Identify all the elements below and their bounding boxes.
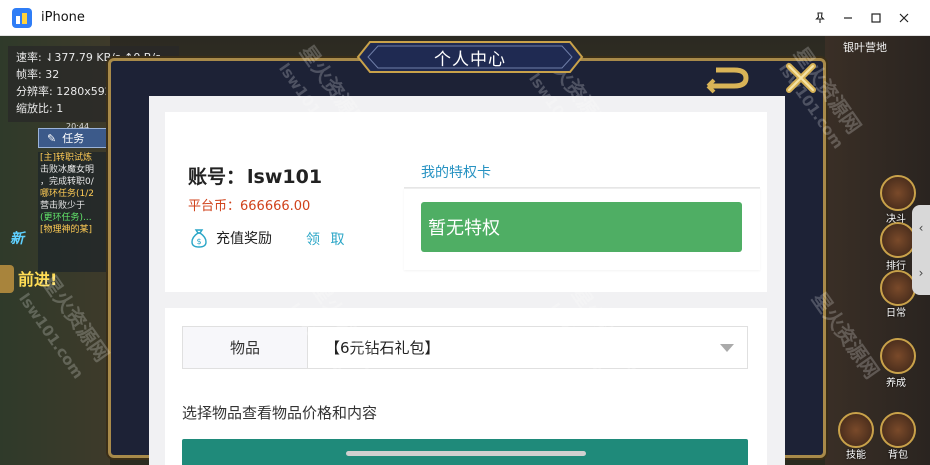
go-prompt: 前进!	[18, 270, 58, 289]
bottom-scrollbar[interactable]	[346, 451, 586, 456]
skill-label: 技能	[846, 450, 866, 461]
personal-center-content: 账号： lsw101 平台币：666666.00 $ 充值奖励 领 取 我的特权卡	[149, 96, 785, 465]
chevron-left-icon: ‹	[918, 220, 924, 235]
ranking-label: 排行	[886, 261, 906, 272]
close-icon[interactable]	[892, 6, 916, 30]
skill-icon[interactable]	[838, 412, 874, 448]
claim-reward-link[interactable]: 领 取	[306, 229, 347, 249]
svg-text:$: $	[196, 237, 201, 246]
task-button[interactable]: ✎ 任务	[38, 128, 110, 148]
duel-label: 决斗	[886, 214, 906, 225]
item-select[interactable]: 物品 【6元钻石礼包】	[182, 326, 748, 369]
quest-title: [主]转职试炼	[40, 153, 93, 163]
platform-coins-label: 平台币：	[188, 199, 241, 214]
map-name: 银叶营地	[843, 41, 887, 54]
recharge-reward: $ 充值奖励	[190, 228, 272, 248]
account-number: 账号： lsw101	[188, 162, 322, 189]
quest-line: 营击败少于	[40, 201, 86, 211]
bag-icon[interactable]	[880, 412, 916, 448]
duel-icon[interactable]	[880, 175, 916, 211]
account-label: 账号：	[188, 166, 246, 188]
quest-line: ，完成转职0/	[40, 177, 94, 187]
quest-icon: ✎	[47, 131, 57, 145]
daily-icon[interactable]	[880, 270, 916, 306]
task-button-label: 任务	[62, 132, 85, 145]
privilege-card-section: 我的特权卡 暂无特权	[404, 112, 760, 270]
item-hint: 选择物品查看物品价格和内容	[182, 404, 378, 422]
chevron-right-icon: ›	[918, 265, 924, 280]
dialog-title: 个人中心	[434, 49, 506, 70]
platform-coins-value: 666666.00	[240, 199, 311, 214]
item-select-value: 【6元钻石礼包】	[325, 339, 440, 357]
collapse-left-handle[interactable]	[0, 265, 14, 293]
back-button[interactable]	[704, 66, 750, 94]
platform-coins: 平台币：666666.00	[188, 195, 310, 214]
maximize-icon[interactable]	[864, 6, 888, 30]
privilege-header: 我的特权卡	[404, 152, 760, 188]
quest-tracker[interactable]: [主]转职试炼 击败冰魔女明 ，完成转职0/ 哪环任务(1/2 营击败少于 (更…	[38, 152, 110, 272]
recharge-reward-label: 充值奖励	[216, 231, 272, 247]
minimize-icon[interactable]	[836, 6, 860, 30]
window-titlebar: iPhone	[0, 0, 930, 36]
side-panel-handle[interactable]: ‹ ›	[912, 205, 930, 295]
money-bag-icon: $	[191, 229, 207, 248]
window-title: iPhone	[41, 10, 85, 25]
daily-label: 日常	[886, 308, 906, 319]
quest-line: 击败冰魔女明	[40, 165, 95, 175]
back-arrow-icon	[706, 67, 749, 94]
quest-title: [物理神的某]	[40, 225, 93, 235]
quest-title: 哪环任务(1/2	[40, 189, 94, 199]
new-badge: 新	[10, 231, 24, 247]
bag-label: 背包	[888, 450, 908, 461]
screen: iPhone 速率: ⇃377.79 KB/s ⇡0 B/s 帧率: 32 分辨…	[0, 0, 930, 465]
account-card: 账号： lsw101 平台币：666666.00 $ 充值奖励 领 取 我的特权卡	[165, 112, 767, 292]
app-icon	[12, 7, 32, 28]
develop-label: 养成	[886, 378, 906, 389]
privilege-title: 我的特权卡	[421, 165, 491, 181]
develop-icon[interactable]	[880, 338, 916, 374]
dropdown-arrow-icon	[707, 327, 747, 368]
ranking-icon[interactable]	[880, 222, 916, 258]
account-id: lsw101	[247, 166, 323, 188]
item-select-label: 物品	[183, 327, 308, 368]
dialog-close-button[interactable]	[783, 60, 819, 96]
close-x-icon	[786, 63, 816, 93]
dialog-header: 个人中心	[356, 40, 584, 74]
item-card: 物品 【6元钻石礼包】 选择物品查看物品价格和内容	[165, 308, 767, 465]
no-privilege-button[interactable]: 暂无特权	[421, 202, 742, 252]
pin-icon[interactable]	[808, 6, 832, 30]
quest-line: (更环任务)...	[40, 213, 92, 223]
